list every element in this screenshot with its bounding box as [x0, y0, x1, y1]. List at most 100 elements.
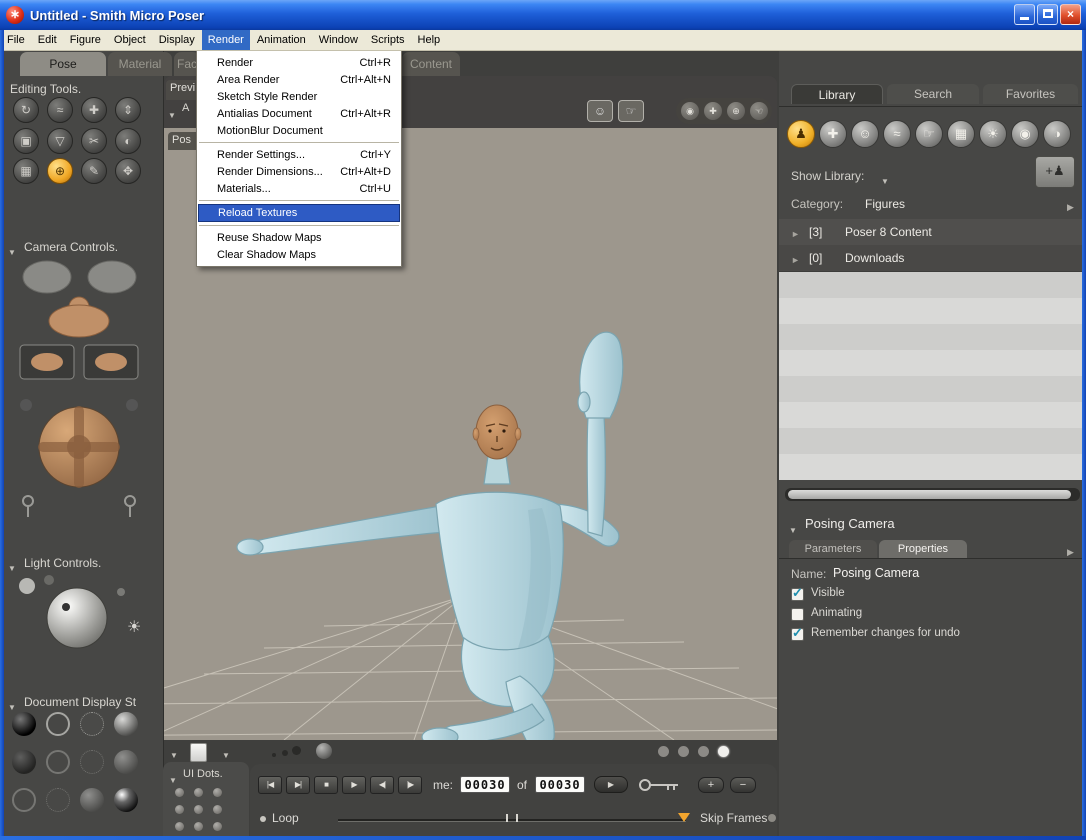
library-item-downloads[interactable]: [0] Downloads — [779, 245, 1086, 272]
library-figures-icon[interactable]: ♟ — [787, 120, 815, 148]
footer-dropdown-icon[interactable] — [170, 745, 178, 763]
menu-scripts[interactable]: Scripts — [365, 30, 411, 50]
frame-advance-button[interactable] — [594, 776, 628, 793]
expand-icon[interactable] — [791, 226, 800, 240]
page-dot-4-active[interactable] — [718, 746, 729, 757]
display-style-wireframe-icon[interactable] — [80, 712, 104, 736]
direct-manipulation-tool-icon[interactable]: ✥ — [115, 158, 141, 184]
ui-dot-7[interactable] — [175, 822, 184, 831]
display-style-texture-shaded-icon[interactable] — [80, 788, 104, 812]
menu-item-reload-textures[interactable]: Reload Textures — [198, 204, 400, 222]
menu-item-render-settings[interactable]: Render Settings...Ctrl+Y — [197, 146, 401, 163]
ui-dot-8[interactable] — [194, 822, 203, 831]
current-frame-field[interactable]: 00030 — [460, 776, 510, 793]
show-library-dropdown-icon[interactable] — [881, 171, 889, 189]
expand-icon[interactable] — [791, 252, 800, 266]
timeline-position-marker[interactable] — [678, 813, 690, 822]
page-icon[interactable] — [190, 743, 207, 762]
translate-inout-tool-icon[interactable]: ⇕ — [115, 97, 141, 123]
library-poses-icon[interactable]: ✚ — [819, 120, 847, 148]
menu-item-materials[interactable]: Materials...Ctrl+U — [197, 180, 401, 197]
library-hair-icon[interactable]: ≈ — [883, 120, 911, 148]
delete-keyframe-button[interactable] — [730, 777, 756, 793]
page-dot-2[interactable] — [678, 746, 689, 757]
key-frame-icon[interactable] — [638, 778, 682, 792]
zoom-camera-icon[interactable]: ⊕ — [727, 102, 745, 120]
display-style-smooth-lined-icon[interactable] — [46, 788, 70, 812]
tab-pose[interactable]: Pose — [20, 52, 106, 76]
stop-button[interactable]: ■ — [314, 776, 338, 794]
menu-figure[interactable]: Figure — [64, 30, 107, 50]
hand-camera-icon[interactable]: ☞ — [618, 100, 644, 122]
previous-frame-button[interactable]: ◀| — [370, 776, 394, 794]
menu-item-render-dimensions[interactable]: Render Dimensions...Ctrl+Alt+D — [197, 163, 401, 180]
next-frame-button[interactable]: |▶ — [398, 776, 422, 794]
library-expressions-icon[interactable]: ☺ — [851, 120, 879, 148]
page-dot-1[interactable] — [658, 746, 669, 757]
menu-item-clear-shadow-maps[interactable]: Clear Shadow Maps — [197, 246, 401, 263]
minimize-button[interactable] — [1014, 4, 1035, 25]
tab-material[interactable]: Material — [108, 52, 172, 76]
tab-content[interactable]: Content — [402, 52, 460, 76]
menu-animation[interactable]: Animation — [251, 30, 312, 50]
display-style-flat-shaded-icon[interactable] — [80, 750, 104, 774]
display-style-silhouette-icon[interactable] — [12, 712, 36, 736]
grouping-tool-icon[interactable]: ▦ — [13, 158, 39, 184]
ui-dot-5[interactable] — [194, 805, 203, 814]
scrollbar-thumb[interactable] — [788, 490, 1071, 499]
name-value[interactable]: Posing Camera — [833, 566, 919, 580]
ui-dot-9[interactable] — [213, 822, 222, 831]
tab-search[interactable]: Search — [887, 84, 979, 104]
library-empty-list[interactable] — [779, 272, 1086, 480]
display-style-texture-icon[interactable] — [114, 788, 138, 812]
viewport-collapse-icon[interactable] — [168, 105, 176, 123]
color-tool-icon[interactable]: ◐ — [115, 128, 141, 154]
tab-library[interactable]: Library — [791, 84, 883, 104]
animating-checkbox[interactable] — [791, 608, 804, 621]
ui-dots-collapse-icon[interactable] — [169, 770, 177, 788]
tab-favorites[interactable]: Favorites — [983, 84, 1078, 104]
light-controls-widget[interactable]: ☀ — [5, 570, 155, 662]
rotate-tool-icon[interactable]: ↻ — [13, 97, 39, 123]
ui-dot-6[interactable] — [213, 805, 222, 814]
library-materials-icon[interactable]: ◑ — [1043, 120, 1071, 148]
library-hands-icon[interactable]: ☞ — [915, 120, 943, 148]
visible-checkbox[interactable] — [791, 588, 804, 601]
ui-dot-1[interactable] — [175, 788, 184, 797]
menu-help[interactable]: Help — [412, 30, 447, 50]
footer-dropdown2-icon[interactable] — [222, 745, 230, 763]
library-item-poser8[interactable]: [3] Poser 8 Content — [779, 219, 1086, 246]
posing-camera-collapse-icon[interactable] — [789, 520, 797, 538]
menu-object[interactable]: Object — [108, 30, 152, 50]
first-frame-button[interactable]: |◀ — [258, 776, 282, 794]
last-frame-button[interactable]: ▶| — [286, 776, 310, 794]
library-props-icon[interactable]: ▦ — [947, 120, 975, 148]
menu-item-render[interactable]: RenderCtrl+R — [197, 54, 401, 71]
camera-controls-widget[interactable] — [12, 255, 152, 530]
scale-tool-icon[interactable]: ▣ — [13, 128, 39, 154]
morphing-tool-icon[interactable]: ✎ — [81, 158, 107, 184]
display-style-lit-wireframe-icon[interactable] — [114, 712, 138, 736]
display-style-hidden-line-icon[interactable] — [12, 750, 36, 774]
category-next-icon[interactable] — [1067, 197, 1074, 215]
display-style-cartoon-icon[interactable] — [46, 750, 70, 774]
menu-item-reuse-shadow-maps[interactable]: Reuse Shadow Maps — [197, 229, 401, 246]
menu-edit[interactable]: Edit — [32, 30, 63, 50]
display-style-outline-icon[interactable] — [46, 712, 70, 736]
menu-window[interactable]: Window — [313, 30, 364, 50]
skip-frames-toggle-dot[interactable] — [768, 814, 776, 822]
menu-item-sketch-style-render[interactable]: Sketch Style Render — [197, 88, 401, 105]
library-lights-icon[interactable]: ☀ — [979, 120, 1007, 148]
ui-dot-2[interactable] — [194, 788, 203, 797]
library-horizontal-scrollbar[interactable] — [785, 488, 1080, 501]
remember-undo-checkbox[interactable] — [791, 628, 804, 641]
view-magnifier-tool-icon[interactable]: ⊕ — [47, 158, 73, 184]
face-camera-icon[interactable]: ☺ — [587, 100, 613, 122]
ui-dot-3[interactable] — [213, 788, 222, 797]
tab-parameters[interactable]: Parameters — [789, 540, 877, 558]
chain-break-tool-icon[interactable]: ✂ — [81, 128, 107, 154]
play-button[interactable]: ▶ — [342, 776, 366, 794]
pan-camera-icon[interactable]: ✚ — [704, 102, 722, 120]
add-to-library-icon[interactable]: +♟ — [1035, 156, 1075, 188]
display-style-flat-lined-icon[interactable] — [114, 750, 138, 774]
